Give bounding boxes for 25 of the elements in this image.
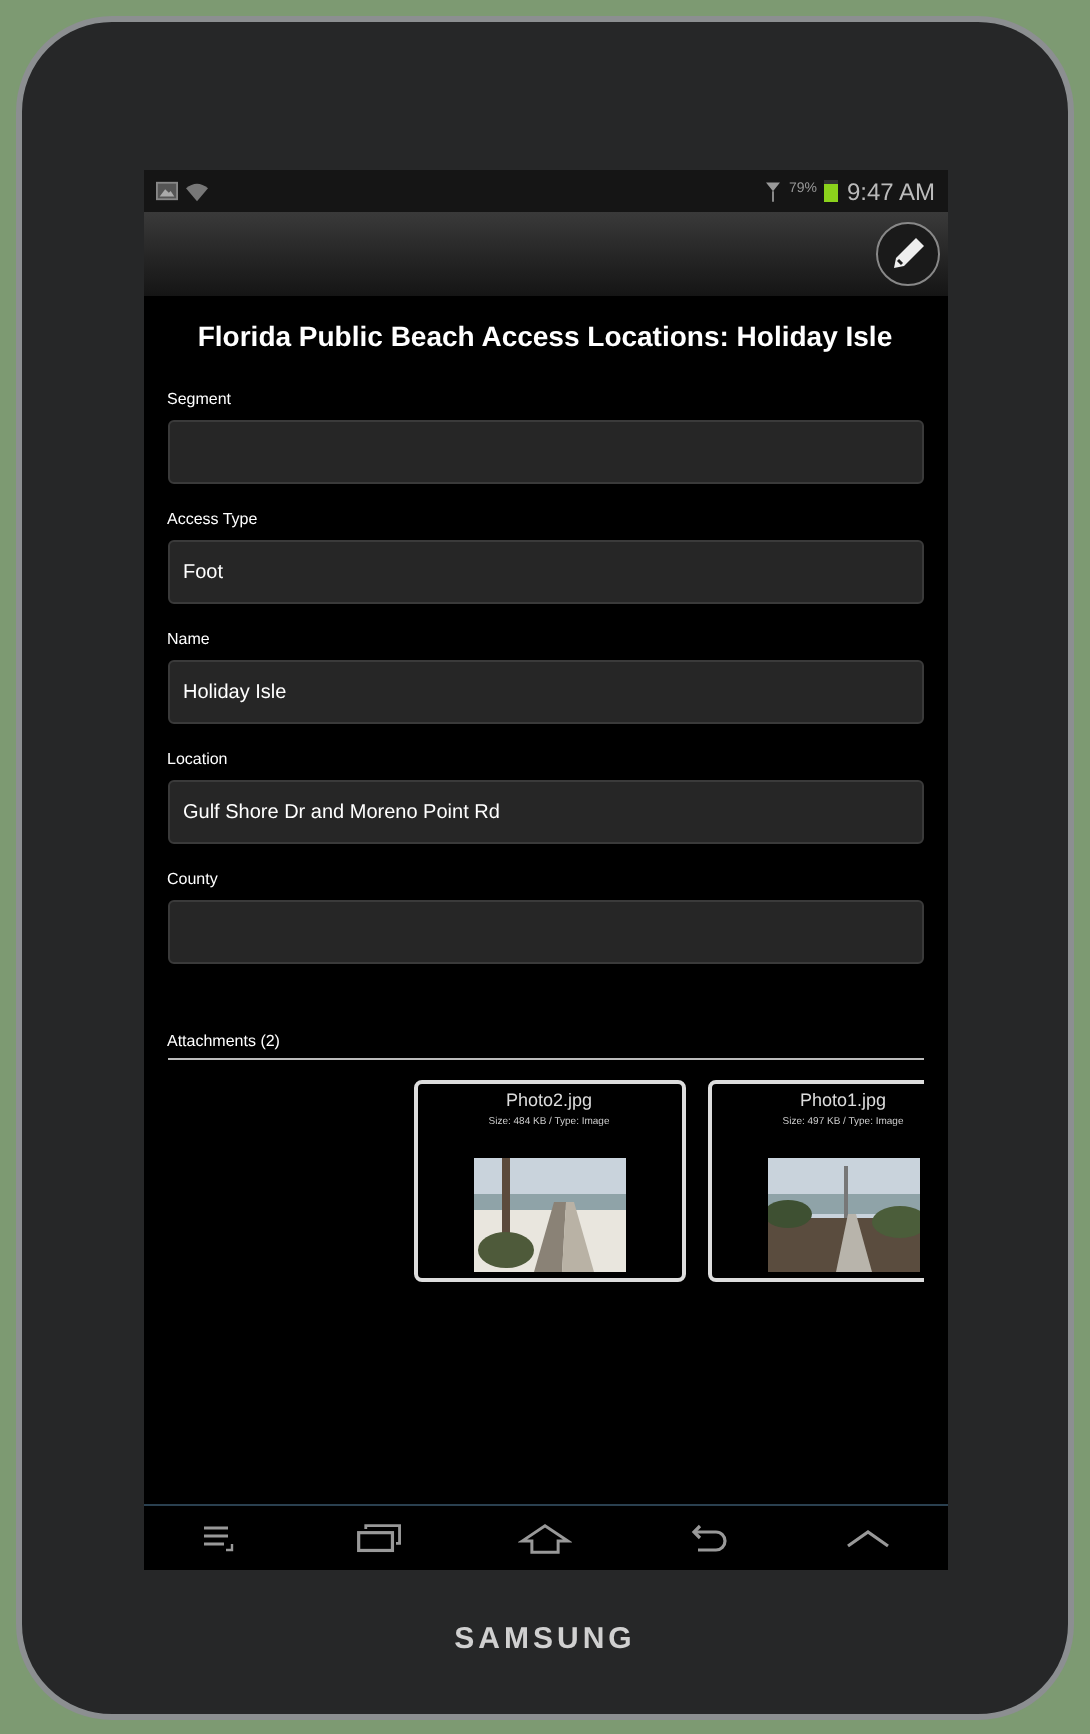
file-name: Photo2.jpg	[505, 1088, 593, 1114]
text-field[interactable]	[167, 900, 923, 964]
battery-icon	[824, 180, 839, 202]
text-field[interactable]: Gulf Shore Dr and Moreno Point Rd	[167, 780, 923, 844]
text-field[interactable]	[167, 420, 923, 484]
field-label: Location	[167, 748, 230, 772]
field-label: Access Type	[167, 508, 260, 532]
signal-icon	[766, 181, 781, 201]
attachments-heading: Attachments (2)	[167, 1030, 282, 1054]
field-label: Segment	[167, 388, 234, 412]
edit-button[interactable]	[875, 222, 939, 286]
clock-time: 9:47 AM	[846, 175, 935, 209]
home-icon[interactable]	[517, 1523, 572, 1553]
wifi-icon	[185, 181, 207, 201]
file-name: Photo1.jpg	[799, 1088, 887, 1114]
back-icon[interactable]	[686, 1524, 731, 1552]
text-field[interactable]: Holiday Isle	[167, 660, 923, 724]
chevron-up-icon[interactable]	[845, 1528, 890, 1548]
brand-logo: SAMSUNG	[454, 1620, 636, 1660]
text-field[interactable]: Foot	[167, 540, 923, 604]
recent-apps-icon[interactable]	[355, 1522, 404, 1554]
field-label: County	[167, 868, 220, 892]
form-title: Florida Public Beach Access Locations: Holiday Isle	[195, 318, 895, 356]
image-icon	[155, 180, 177, 202]
field-label: Name	[167, 628, 212, 652]
